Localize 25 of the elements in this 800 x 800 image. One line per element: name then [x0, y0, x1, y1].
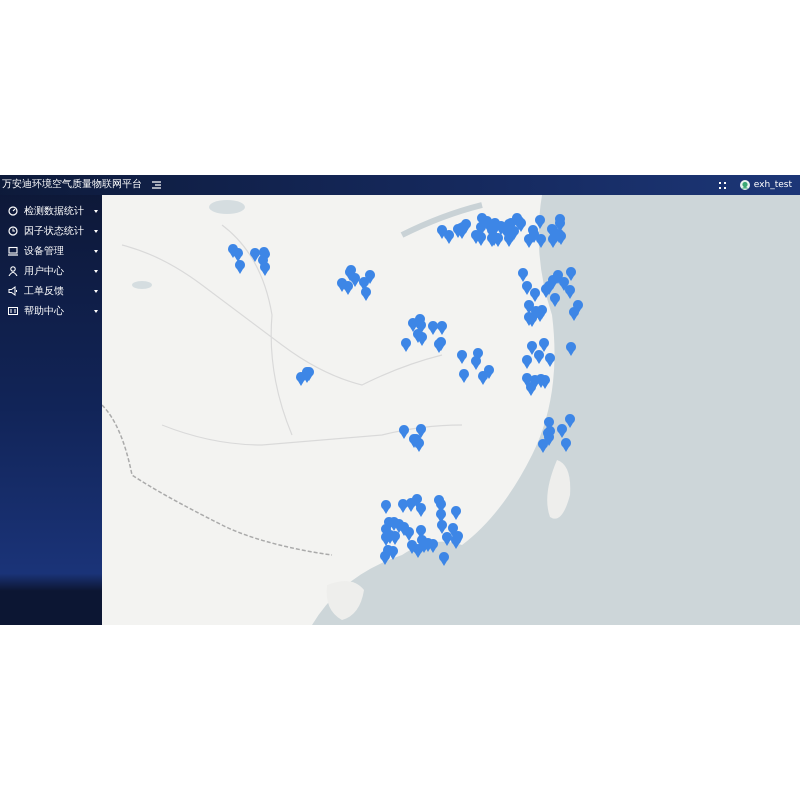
caret-icon [94, 250, 98, 252]
caret-icon [94, 230, 98, 232]
fullscreen-button[interactable] [718, 182, 726, 188]
map-markers-drawing[interactable] [228, 213, 583, 566]
keyboard-icon [8, 306, 18, 316]
avatar-icon [740, 180, 750, 190]
caret-icon [94, 310, 98, 312]
sidebar-menu-item[interactable]: 帮助中心 [0, 301, 102, 321]
fullscreen-icon [718, 182, 726, 188]
menu-icon [152, 181, 161, 189]
laptop-icon [8, 246, 18, 256]
caret-icon [94, 290, 98, 292]
sidebar-menu-item[interactable]: 因子状态统计 [0, 221, 102, 241]
sidebar-menu-item[interactable]: 检测数据统计 [0, 201, 102, 221]
sidebar-menu-item[interactable]: 设备管理 [0, 241, 102, 261]
clock-icon [8, 226, 18, 236]
speaker-icon [8, 286, 18, 296]
user-icon [8, 266, 18, 276]
user-name: exh_test [754, 180, 792, 190]
gauge-icon [8, 206, 18, 216]
app-title: 万安迪环境空气质量物联网平台 [2, 179, 142, 191]
sidebar-menu-item[interactable]: 工单反馈 [0, 281, 102, 301]
caret-icon [94, 210, 98, 212]
caret-icon [94, 270, 98, 272]
sidebar-menu-item[interactable]: 用户中心 [0, 261, 102, 281]
